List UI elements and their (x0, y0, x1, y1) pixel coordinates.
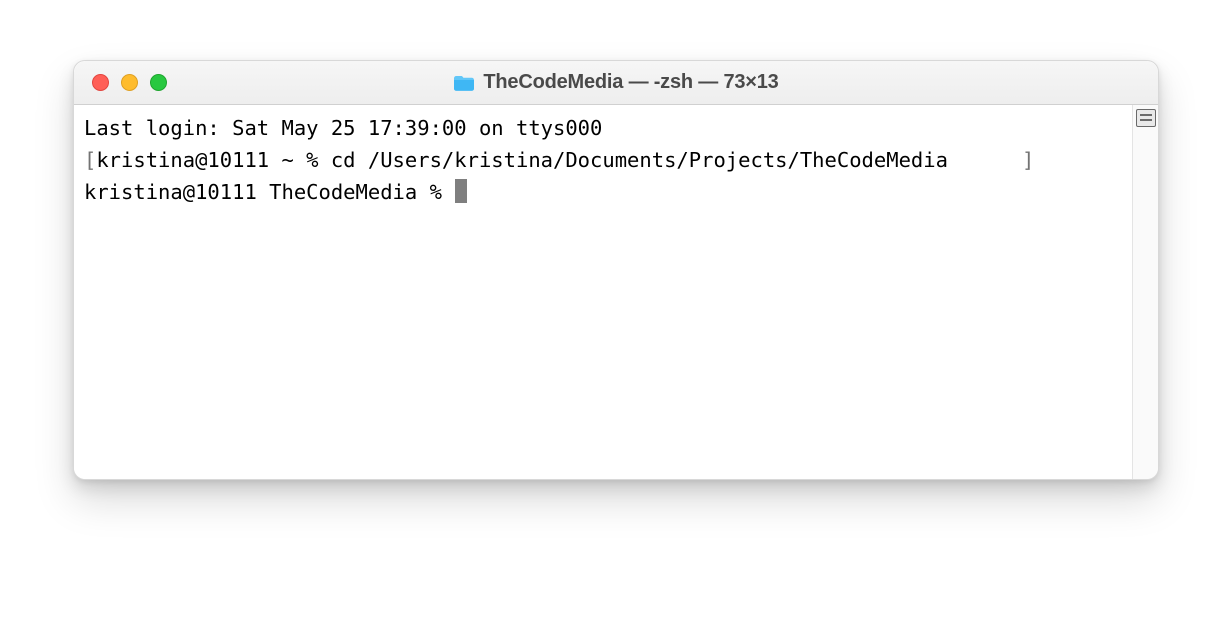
terminal-line-lastlogin: Last login: Sat May 25 17:39:00 on ttys0… (84, 113, 1126, 145)
terminal-window: TheCodeMedia — -zsh — 73×13 Last login: … (73, 60, 1159, 480)
zoom-button[interactable] (150, 74, 167, 91)
titlebar[interactable]: TheCodeMedia — -zsh — 73×13 (74, 61, 1158, 105)
terminal-line-1: [kristina@10111 ~ % cd /Users/kristina/D… (84, 145, 1126, 177)
folder-icon (453, 74, 475, 92)
last-login-text: Last login: Sat May 25 17:39:00 on ttys0… (84, 116, 602, 140)
prompt-1: kristina@10111 ~ % (96, 148, 331, 172)
prompt-2: kristina@10111 TheCodeMedia % (84, 180, 454, 204)
bracket-right: ] (948, 148, 1034, 172)
command-1: cd /Users/kristina/Documents/Projects/Th… (331, 148, 948, 172)
close-button[interactable] (92, 74, 109, 91)
traffic-lights (74, 74, 167, 91)
window-title: TheCodeMedia — -zsh — 73×13 (483, 71, 778, 94)
window-title-wrap: TheCodeMedia — -zsh — 73×13 (74, 71, 1158, 94)
terminal-area[interactable]: Last login: Sat May 25 17:39:00 on ttys0… (74, 105, 1132, 479)
window-body: Last login: Sat May 25 17:39:00 on ttys0… (74, 105, 1158, 479)
terminal-line-2: kristina@10111 TheCodeMedia % (84, 177, 1126, 209)
document-indicator-icon[interactable] (1136, 109, 1156, 127)
minimize-button[interactable] (121, 74, 138, 91)
cursor (455, 179, 467, 203)
bracket-left: [ (84, 148, 96, 172)
scroll-track[interactable] (1133, 127, 1158, 479)
scrollbar[interactable] (1132, 105, 1158, 479)
